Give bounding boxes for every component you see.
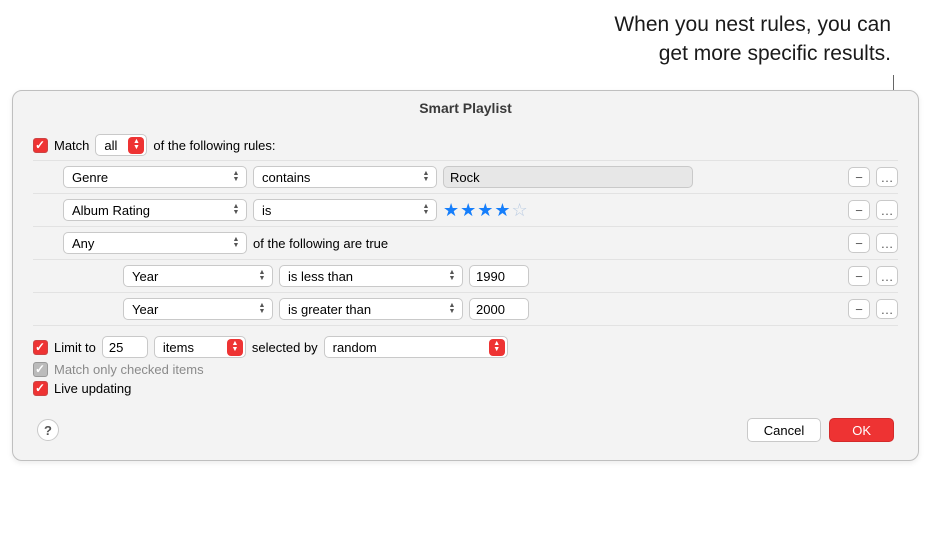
rule-options-button[interactable]: … (876, 200, 898, 220)
rule-op-value: is less than (288, 269, 440, 284)
rule-options-button[interactable]: … (876, 299, 898, 319)
updown-icon: ▲▼ (128, 137, 144, 154)
remove-rule-button[interactable]: − (848, 299, 870, 319)
callout-line2: get more specific results. (614, 39, 891, 68)
limit-label: Limit to (54, 340, 96, 355)
match-checked-row: Match only checked items (33, 362, 898, 377)
minus-icon: − (855, 236, 863, 251)
rule-op-select[interactable]: is greater than ▲▼ (279, 298, 463, 320)
limit-method-value: random (333, 340, 485, 355)
remove-rule-button[interactable]: − (848, 266, 870, 286)
cancel-button[interactable]: Cancel (747, 418, 821, 442)
cancel-label: Cancel (764, 423, 804, 438)
minus-icon: − (855, 269, 863, 284)
minus-icon: − (855, 203, 863, 218)
updown-icon: ▲▼ (444, 268, 460, 285)
rule-options-button[interactable]: … (876, 266, 898, 286)
rule-op-select[interactable]: is less than ▲▼ (279, 265, 463, 287)
rule-options-button[interactable]: … (876, 167, 898, 187)
updown-icon: ▲▼ (418, 202, 434, 219)
remove-rule-button[interactable]: − (848, 200, 870, 220)
rule-value-input[interactable]: 2000 (469, 298, 529, 320)
rule-attr-select[interactable]: Album Rating ▲▼ (63, 199, 247, 221)
rule-value-text: 2000 (476, 302, 505, 317)
rule-op-select[interactable]: is ▲▼ (253, 199, 437, 221)
updown-icon: ▲▼ (254, 301, 270, 318)
rule-attr-select[interactable]: Any ▲▼ (63, 232, 247, 254)
rule-attr-value: Any (72, 236, 224, 251)
limit-value-input[interactable]: 25 (102, 336, 148, 358)
rule-value-input[interactable]: 1990 (469, 265, 529, 287)
rules-list: Genre ▲▼ contains ▲▼ Rock − … Album Rati… (33, 160, 898, 326)
ellipsis-icon: … (881, 269, 894, 284)
limit-checkbox[interactable] (33, 340, 48, 355)
rule-op-value: contains (262, 170, 414, 185)
limit-method-select[interactable]: random ▲▼ (324, 336, 508, 358)
remove-rule-button[interactable]: − (848, 233, 870, 253)
minus-icon: − (855, 170, 863, 185)
rule-op-value: is greater than (288, 302, 440, 317)
updown-icon: ▲▼ (444, 301, 460, 318)
rule-row-nested-header: Any ▲▼ of the following are true − … (33, 226, 898, 259)
rule-attr-value: Year (132, 269, 250, 284)
match-checkbox[interactable] (33, 138, 48, 153)
rule-attr-value: Genre (72, 170, 224, 185)
dialog-title: Smart Playlist (13, 91, 918, 124)
match-mode-select[interactable]: all ▲▼ (95, 134, 147, 156)
help-icon: ? (44, 423, 52, 438)
selected-by-label: selected by (252, 340, 318, 355)
match-label-after: of the following rules: (153, 138, 275, 153)
callout-line1: When you nest rules, you can (614, 10, 891, 39)
updown-icon: ▲▼ (254, 268, 270, 285)
dialog-footer: ? Cancel OK (33, 412, 898, 446)
nested-text: of the following are true (253, 236, 388, 251)
rule-value-text: 1990 (476, 269, 505, 284)
rule-row-child: Year ▲▼ is less than ▲▼ 1990 − … (33, 259, 898, 292)
callout-text: When you nest rules, you can get more sp… (614, 10, 891, 69)
updown-icon: ▲▼ (228, 169, 244, 186)
minus-icon: − (855, 302, 863, 317)
updown-icon: ▲▼ (489, 339, 505, 356)
ellipsis-icon: … (881, 236, 894, 251)
updown-icon: ▲▼ (228, 235, 244, 252)
remove-rule-button[interactable]: − (848, 167, 870, 187)
match-label: Match (54, 138, 89, 153)
rule-row: Genre ▲▼ contains ▲▼ Rock − … (33, 160, 898, 193)
rule-value-input[interactable]: Rock (443, 166, 693, 188)
rule-row: Album Rating ▲▼ is ▲▼ ★★★★☆ − … (33, 193, 898, 226)
limit-unit-value: items (163, 340, 223, 355)
help-button[interactable]: ? (37, 419, 59, 441)
rule-attr-value: Year (132, 302, 250, 317)
smart-playlist-dialog: Smart Playlist Match all ▲▼ of the follo… (12, 90, 919, 461)
updown-icon: ▲▼ (227, 339, 243, 356)
rule-attr-value: Album Rating (72, 203, 224, 218)
rule-options-button[interactable]: … (876, 233, 898, 253)
match-checked-checkbox[interactable] (33, 362, 48, 377)
limit-row: Limit to 25 items ▲▼ selected by random … (33, 336, 898, 358)
rule-op-select[interactable]: contains ▲▼ (253, 166, 437, 188)
ellipsis-icon: … (881, 302, 894, 317)
ellipsis-icon: … (881, 170, 894, 185)
ok-label: OK (852, 423, 871, 438)
updown-icon: ▲▼ (228, 202, 244, 219)
rule-attr-select[interactable]: Year ▲▼ (123, 265, 273, 287)
updown-icon: ▲▼ (418, 169, 434, 186)
live-updating-checkbox[interactable] (33, 381, 48, 396)
limit-value-text: 25 (109, 340, 123, 355)
match-row: Match all ▲▼ of the following rules: (33, 134, 898, 156)
rule-attr-select[interactable]: Genre ▲▼ (63, 166, 247, 188)
live-updating-label: Live updating (54, 381, 131, 396)
live-updating-row: Live updating (33, 381, 898, 396)
match-mode-value: all (104, 138, 124, 153)
rule-op-value: is (262, 203, 414, 218)
ellipsis-icon: … (881, 203, 894, 218)
rule-value-text: Rock (450, 170, 480, 185)
limit-unit-select[interactable]: items ▲▼ (154, 336, 246, 358)
match-checked-label: Match only checked items (54, 362, 204, 377)
rule-row-child: Year ▲▼ is greater than ▲▼ 2000 − … (33, 292, 898, 325)
rating-stars[interactable]: ★★★★☆ (443, 200, 529, 221)
ok-button[interactable]: OK (829, 418, 894, 442)
rule-attr-select[interactable]: Year ▲▼ (123, 298, 273, 320)
